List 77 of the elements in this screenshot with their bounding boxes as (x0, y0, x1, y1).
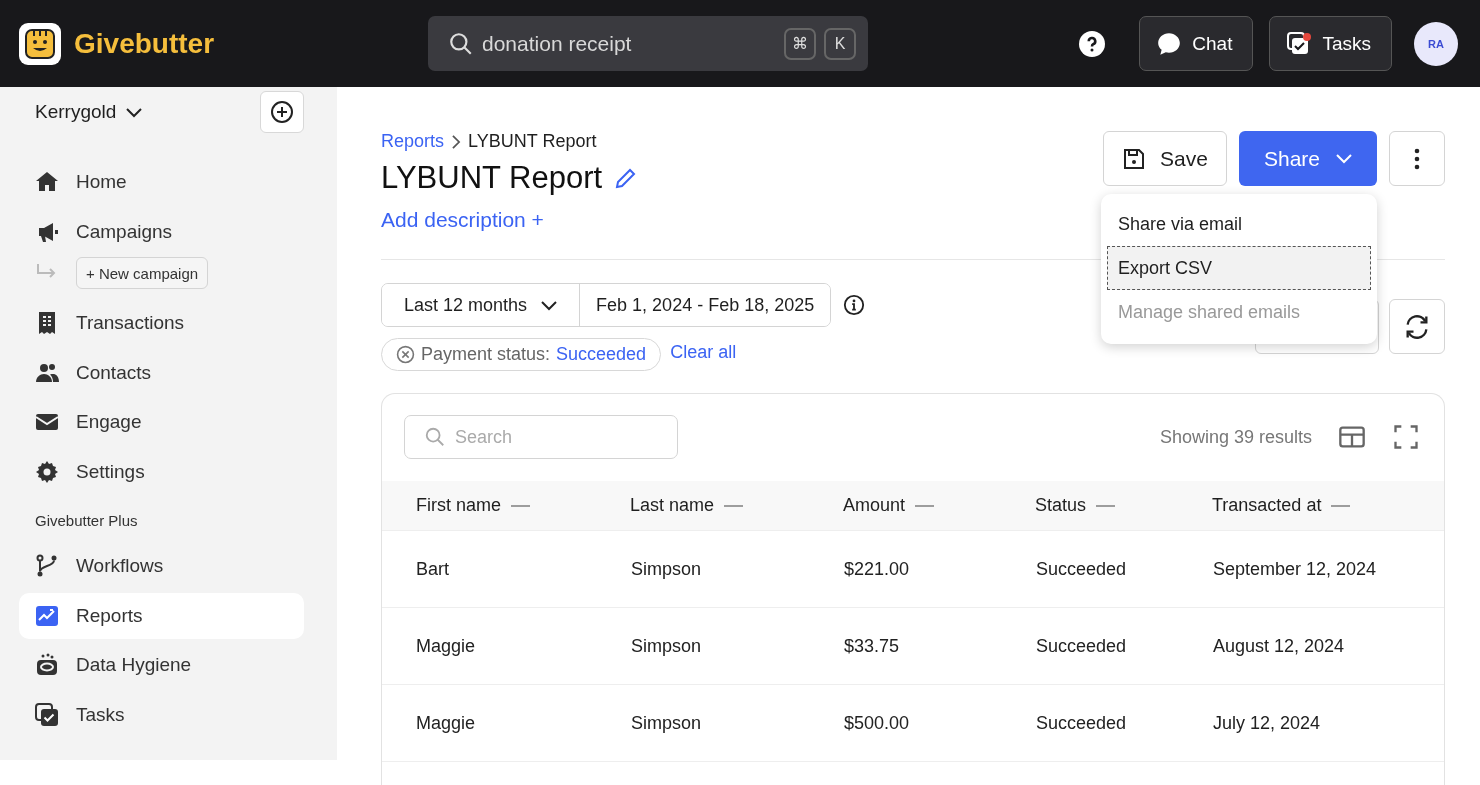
table-cell: $33.75 (844, 635, 900, 657)
add-description-link[interactable]: Add description + (381, 208, 544, 232)
table-cell: July 12, 2024 (1213, 712, 1321, 734)
nav-item[interactable]: Campaigns (19, 208, 304, 255)
search-field[interactable]: donation receipt ⌘ K (428, 16, 868, 71)
gear-icon (35, 459, 59, 484)
menu-item[interactable]: Share via email (1107, 202, 1371, 246)
nav-item[interactable]: Home (19, 159, 304, 205)
chat-bubble-icon (1156, 30, 1183, 57)
table-cell: August 12, 2024 (1213, 635, 1345, 657)
plus-circle-icon (270, 100, 294, 124)
column-header[interactable]: Last name (630, 495, 715, 516)
nav-item[interactable]: Workflows (19, 543, 304, 589)
chevron-right-icon (452, 134, 461, 149)
search-icon (448, 30, 474, 57)
section-heading: Givebutter Plus (34, 511, 139, 531)
refresh-button[interactable] (1389, 299, 1445, 354)
breadcrumb-link[interactable]: Reports (381, 131, 445, 152)
chart-icon (35, 603, 59, 628)
branch-icon (35, 554, 59, 578)
table-cell: Bart (416, 558, 449, 580)
shortcut-key: K (824, 27, 856, 60)
menu-item[interactable]: Export CSV (1107, 246, 1371, 290)
table-cell: Succeeded (1036, 558, 1127, 580)
breadcrumb-current: LYBUNT Report (468, 131, 597, 152)
logo-icon (18, 21, 62, 66)
column-header[interactable]: Amount (843, 495, 906, 516)
add-button[interactable] (260, 91, 304, 133)
search-icon (424, 426, 446, 448)
search-field[interactable]: Search (404, 415, 678, 459)
refresh-icon (1403, 312, 1431, 341)
shortcut-key: ⌘ (784, 27, 816, 60)
chat-button[interactable]: Chat (1139, 16, 1254, 71)
page-title: LYBUNT Report (381, 160, 603, 196)
filter-label: Payment status: (421, 344, 551, 365)
table-cell: Maggie (416, 712, 476, 734)
checkbox-icon (35, 702, 59, 727)
chevron-down-icon (541, 300, 558, 310)
table-cell: Succeeded (1036, 635, 1127, 657)
more-vertical-icon (1414, 146, 1420, 171)
table-cell: Maggie (416, 635, 476, 657)
brand-name: Givebutter (74, 27, 215, 60)
nav-item[interactable]: Data Hygiene (19, 642, 304, 688)
table-cell: September 12, 2024 (1213, 558, 1377, 580)
user-avatar[interactable]: RA (1414, 21, 1458, 66)
table-cell: $221.00 (844, 558, 910, 580)
table-cell: Succeeded (1036, 712, 1127, 734)
clear-all-link[interactable]: Clear all (670, 342, 737, 363)
nav-item[interactable]: Tasks (19, 691, 304, 738)
nav-item[interactable]: Contacts (19, 349, 304, 396)
column-header[interactable]: Transacted at (1212, 495, 1322, 516)
nav-item[interactable]: Settings (19, 448, 304, 495)
table-cell: $500.00 (844, 712, 910, 734)
chevron-down-icon (126, 107, 143, 117)
fullscreen-icon (1392, 423, 1420, 451)
nav-item[interactable]: Engage (19, 399, 304, 445)
table-cell: Simpson (631, 635, 702, 657)
help-icon (1079, 30, 1106, 57)
column-header[interactable]: Status (1035, 495, 1087, 516)
cleaning-icon (35, 653, 59, 677)
tasks-button[interactable]: Tasks (1269, 16, 1392, 71)
column-header[interactable]: First name (416, 495, 502, 516)
nav-item[interactable]: Reports (19, 592, 304, 639)
results-count: Showing 39 results (1159, 426, 1312, 448)
filter-value: Succeeded (556, 344, 647, 365)
home-icon (35, 170, 59, 194)
table-cell: Simpson (631, 558, 702, 580)
table-cell: Simpson (631, 712, 702, 734)
new-campaign-button[interactable]: + New campaign (76, 257, 209, 289)
nav-item[interactable]: Transactions (19, 300, 304, 346)
save-button[interactable]: Save (1103, 131, 1227, 186)
date-preset-dropdown[interactable]: Last 12 months (382, 284, 581, 326)
info-icon (843, 294, 866, 316)
share-button[interactable]: Share (1239, 131, 1377, 186)
chevron-down-icon (1336, 154, 1352, 163)
remove-icon (396, 345, 415, 364)
organization-switcher[interactable]: Kerrygold (19, 101, 143, 123)
